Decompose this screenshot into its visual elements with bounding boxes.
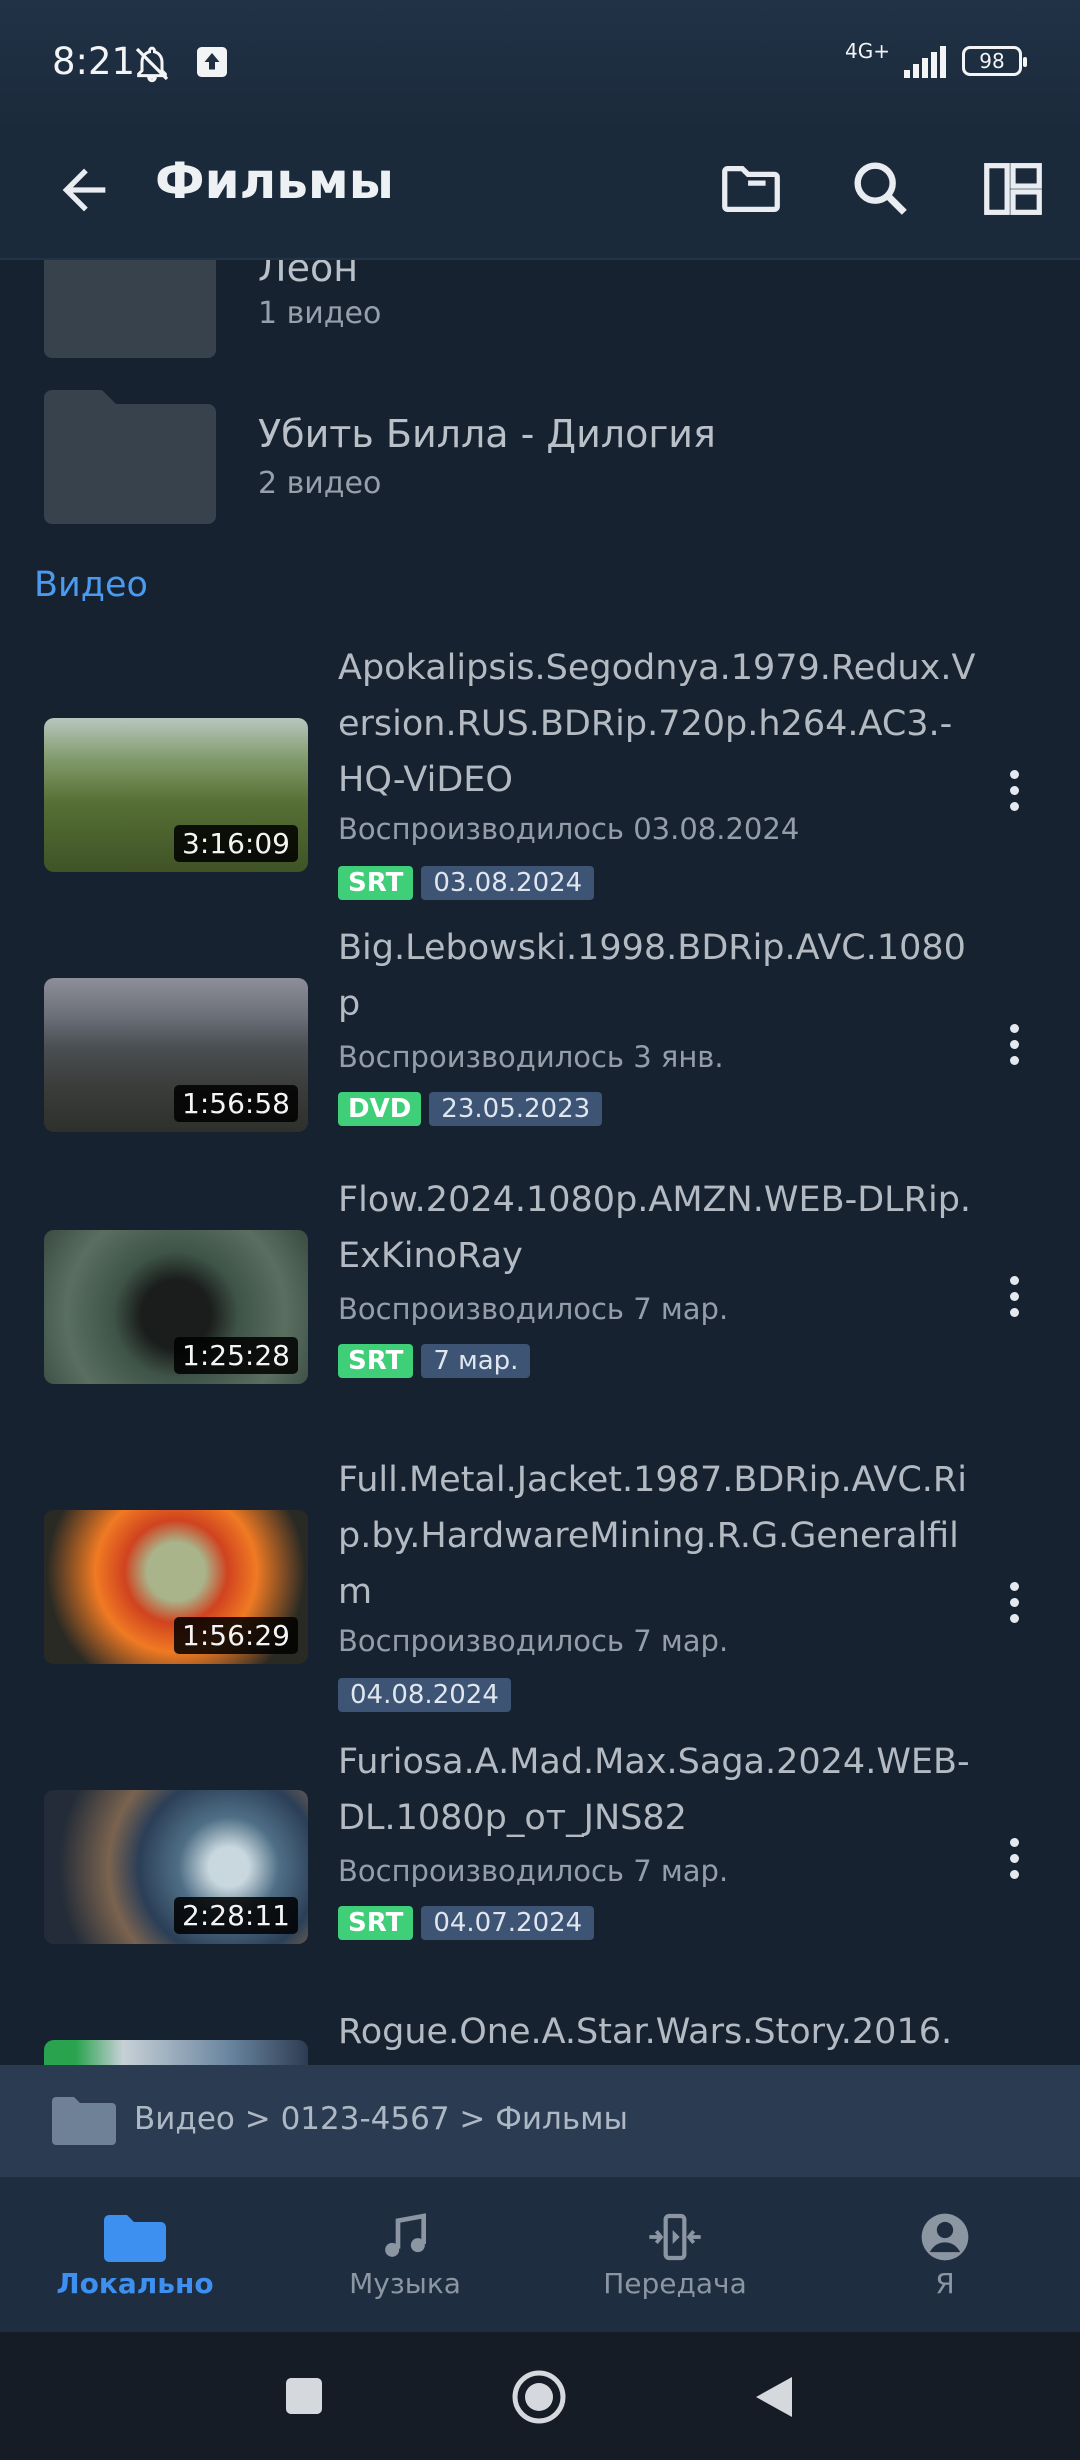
music-note-icon: [385, 2213, 426, 2257]
video-row[interactable]: Rogue.One.A.Star.Wars.Story.2016.: [0, 2012, 1080, 2065]
subtitle-tag: SRT: [338, 1344, 414, 1378]
video-last-played: Воспроизводилось 7 мар.: [338, 1292, 729, 1326]
video-last-played: Воспроизводилось 7 мар.: [338, 1624, 729, 1658]
more-options-icon[interactable]: [998, 1826, 1030, 1890]
status-time: 8:21: [52, 40, 136, 83]
nav-tab-music[interactable]: Музыка: [270, 2177, 540, 2332]
video-duration: 2:28:11: [174, 1897, 298, 1934]
video-row[interactable]: 1:56:29 Full.Metal.Jacket.1987.BDRip.AVC…: [0, 1452, 1080, 1712]
folder-row[interactable]: Леон 1 видео: [0, 260, 1080, 358]
page-title: Фильмы: [155, 152, 394, 210]
home-circle-icon[interactable]: [510, 2368, 568, 2426]
nav-tab-profile[interactable]: Я: [810, 2177, 1080, 2332]
date-tag: 7 мар.: [421, 1344, 531, 1378]
video-row[interactable]: 1:56:58 Big.Lebowski.1998.BDRip.AVC.1080…: [0, 920, 1080, 1140]
nav-tab-transfer[interactable]: Передача: [540, 2177, 810, 2332]
folder-outline-icon[interactable]: [716, 154, 786, 224]
video-thumbnail: [44, 2040, 308, 2065]
nav-label: Я: [935, 2267, 955, 2300]
subtitle-tag: SRT: [338, 866, 414, 900]
more-options-icon[interactable]: [998, 1012, 1030, 1076]
folder-count: 1 видео: [258, 296, 382, 331]
video-row[interactable]: 2:28:11 Furiosa.A.Mad.Max.Saga.2024.WEB-…: [0, 1742, 1080, 1982]
video-thumbnail: 1:25:28: [44, 1230, 308, 1384]
nav-label: Передача: [603, 2267, 747, 2300]
subtitle-tag: SRT: [338, 1906, 414, 1940]
video-row[interactable]: 1:25:28 Flow.2024.1080p.AMZN.WEB-DLRip.E…: [0, 1172, 1080, 1392]
video-thumbnail: 1:56:29: [44, 1510, 308, 1664]
video-duration: 1:56:58: [174, 1085, 298, 1122]
section-label-video: Видео: [34, 565, 148, 605]
date-tag: 04.07.2024: [421, 1906, 595, 1940]
folder-icon: [44, 390, 216, 524]
video-duration: 1:25:28: [174, 1337, 298, 1374]
nav-label: Музыка: [349, 2267, 461, 2300]
nav-label: Локально: [56, 2267, 214, 2300]
bell-off-icon: [135, 46, 169, 83]
transfer-icon: [649, 2213, 701, 2261]
video-title: Full.Metal.Jacket.1987.BDRip.AVC.Rip.by.…: [338, 1460, 967, 1612]
back-arrow-icon[interactable]: [52, 158, 116, 222]
video-title: Apokalipsis.Segodnya.1979.Redux.Version.…: [338, 648, 976, 800]
app-bar: Фильмы: [0, 128, 1080, 260]
signal-icon: [904, 46, 946, 78]
back-triangle-icon[interactable]: [752, 2374, 796, 2420]
status-bar: 8:21 4G+ 98: [0, 0, 1080, 128]
folder-icon: [44, 260, 216, 358]
date-tag: 04.08.2024: [338, 1678, 511, 1712]
more-options-icon[interactable]: [998, 758, 1030, 822]
video-row[interactable]: 3:16:09 Apokalipsis.Segodnya.1979.Redux.…: [0, 640, 1080, 900]
video-thumbnail: 1:56:58: [44, 978, 308, 1132]
video-duration: 3:16:09: [174, 825, 298, 862]
folder-name: Убить Билла - Дилогия: [258, 412, 716, 456]
folder-row[interactable]: Убить Билла - Дилогия 2 видео: [0, 390, 1080, 530]
bottom-navigation: Локально Музыка Передача Я: [0, 2177, 1080, 2332]
video-last-played: Воспроизводилось 7 мар.: [338, 1854, 729, 1888]
video-title: Big.Lebowski.1998.BDRip.AVC.1080p: [338, 928, 966, 1024]
video-title: Furiosa.A.Mad.Max.Saga.2024.WEB-DL.1080p…: [338, 1742, 970, 1838]
battery-indicator: 98: [962, 46, 1027, 76]
video-last-played: Воспроизводилось 03.08.2024: [338, 812, 800, 846]
network-label: 4G+: [845, 39, 890, 63]
nav-tab-local[interactable]: Локально: [0, 2177, 270, 2332]
account-icon: [921, 2213, 969, 2261]
more-options-icon[interactable]: [998, 1570, 1030, 1634]
path-bar[interactable]: Видео > 0123-4567 > Фильмы: [0, 2065, 1080, 2177]
layout-view-icon[interactable]: [978, 154, 1048, 224]
folder-icon: [52, 2097, 116, 2145]
breadcrumb[interactable]: Видео > 0123-4567 > Фильмы: [134, 2101, 628, 2137]
battery-level: 98: [979, 49, 1005, 73]
more-options-icon[interactable]: [998, 1264, 1030, 1328]
upload-notification-icon: [197, 47, 227, 77]
folder-count: 2 видео: [258, 466, 382, 501]
video-title: Rogue.One.A.Star.Wars.Story.2016.: [338, 2012, 953, 2052]
subtitle-tag: DVD: [338, 1092, 422, 1126]
folder-name: Леон: [258, 260, 359, 290]
content-list[interactable]: Леон 1 видео Убить Билла - Дилогия 2 вид…: [0, 260, 1080, 2065]
search-icon[interactable]: [846, 154, 916, 224]
system-navigation-bar: [0, 2332, 1080, 2460]
video-last-played: Воспроизводилось 3 янв.: [338, 1040, 724, 1074]
date-tag: 23.05.2023: [429, 1092, 603, 1126]
video-duration: 1:56:29: [174, 1617, 298, 1654]
video-thumbnail: 3:16:09: [44, 718, 308, 872]
date-tag: 03.08.2024: [421, 866, 595, 900]
folder-icon: [104, 2215, 166, 2262]
video-title: Flow.2024.1080p.AMZN.WEB-DLRip.ExKinoRay: [338, 1180, 972, 1276]
recents-square-icon[interactable]: [284, 2376, 324, 2416]
video-thumbnail: 2:28:11: [44, 1790, 308, 1944]
